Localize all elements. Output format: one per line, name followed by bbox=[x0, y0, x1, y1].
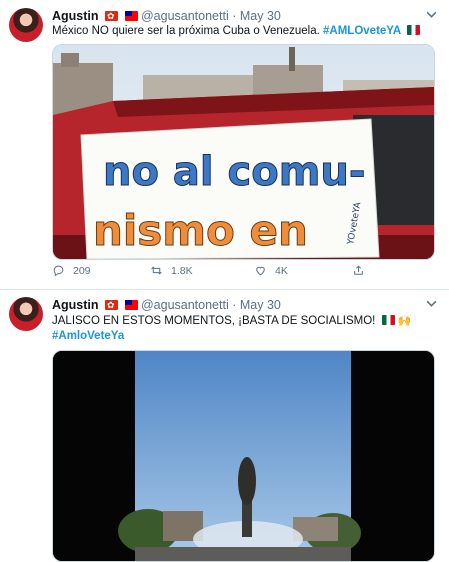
share-icon bbox=[354, 265, 363, 275]
avatar[interactable] bbox=[9, 8, 43, 42]
tweet-video[interactable] bbox=[52, 350, 435, 562]
like-button[interactable]: 4K bbox=[254, 264, 288, 277]
tweet-date[interactable]: May 30 bbox=[240, 9, 281, 23]
tweet[interactable]: Agustin @agusantonetti · May 30 México N… bbox=[0, 0, 449, 290]
tweet-actions: 209 1.8K 4K bbox=[52, 264, 436, 282]
tweet[interactable]: Agustin @agusantonetti · May 30 JALISCO … bbox=[0, 290, 449, 562]
tweet-body: México NO quiere ser la próxima Cuba o V… bbox=[52, 25, 324, 37]
reply-icon bbox=[53, 265, 64, 277]
avatar[interactable] bbox=[9, 297, 43, 331]
protest-sign-photo: no al comu- nismo en YOveteYA bbox=[53, 45, 434, 259]
like-count: 4K bbox=[275, 264, 288, 277]
tweet-body: JALISCO EN ESTOS MOMENTOS, ¡BASTA DE SOC… bbox=[52, 315, 379, 327]
raised-hands-emoji: 🙌 bbox=[397, 315, 412, 327]
hong-kong-flag-icon bbox=[105, 8, 119, 24]
fountain-video-frame bbox=[53, 351, 434, 561]
hashtag-link[interactable]: #AmloVeteYa bbox=[52, 330, 124, 342]
reply-count: 209 bbox=[73, 264, 91, 277]
retweet-count: 1.8K bbox=[171, 264, 193, 277]
sign-line-1: no al comu- bbox=[103, 149, 365, 195]
sign-line-2: nismo en bbox=[93, 206, 308, 255]
share-button[interactable] bbox=[352, 264, 365, 277]
tweet-image[interactable]: no al comu- nismo en YOveteYA bbox=[52, 44, 435, 260]
taiwan-flag-icon bbox=[124, 11, 138, 21]
tweet-text: JALISCO EN ESTOS MOMENTOS, ¡BASTA DE SOC… bbox=[52, 314, 436, 344]
mexico-flag-icon bbox=[407, 25, 421, 35]
chevron-down-icon[interactable] bbox=[426, 9, 437, 23]
display-name[interactable]: Agustin bbox=[52, 298, 99, 312]
reply-button[interactable]: 209 bbox=[52, 264, 91, 277]
retweet-button[interactable]: 1.8K bbox=[150, 264, 193, 277]
user-handle[interactable]: @agusantonetti bbox=[141, 9, 229, 23]
tweet-header: Agustin @agusantonetti · May 30 bbox=[52, 8, 281, 24]
tweet-text: México NO quiere ser la próxima Cuba o V… bbox=[52, 24, 436, 39]
heart-icon bbox=[256, 266, 265, 276]
user-handle[interactable]: @agusantonetti bbox=[141, 298, 229, 312]
mexico-flag-icon bbox=[381, 315, 395, 325]
display-name[interactable]: Agustin bbox=[52, 9, 99, 23]
chevron-down-icon[interactable] bbox=[426, 298, 437, 312]
taiwan-flag-icon bbox=[124, 300, 138, 310]
separator: · bbox=[232, 298, 237, 312]
hashtag-link[interactable]: #AMLOveteYA bbox=[323, 25, 401, 37]
tweet-date[interactable]: May 30 bbox=[240, 298, 281, 312]
retweet-icon bbox=[151, 266, 162, 275]
hong-kong-flag-icon bbox=[105, 297, 119, 313]
separator: · bbox=[232, 9, 237, 23]
tweet-header: Agustin @agusantonetti · May 30 bbox=[52, 297, 281, 313]
